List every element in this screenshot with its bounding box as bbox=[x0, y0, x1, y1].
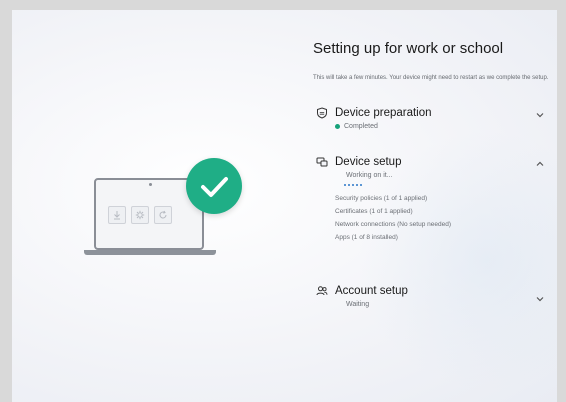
laptop-camera bbox=[149, 183, 152, 186]
section-title: Device preparation bbox=[335, 107, 432, 119]
list-item: Apps (1 of 8 installed) bbox=[335, 234, 398, 241]
page-title: Setting up for work or school bbox=[313, 40, 504, 57]
people-icon bbox=[316, 285, 328, 297]
section-status: Waiting bbox=[346, 301, 370, 308]
setup-items-list: Security policies (1 of 1 applied) Certi… bbox=[335, 192, 546, 244]
section-status: Completed bbox=[344, 123, 378, 130]
section-title: Device setup bbox=[335, 156, 402, 168]
section-status: Working on it... bbox=[346, 172, 393, 179]
gear-icon bbox=[131, 206, 149, 224]
progress-indicator bbox=[344, 184, 546, 186]
setup-window: Setting up for work or school This will … bbox=[12, 10, 557, 402]
refresh-icon bbox=[154, 206, 172, 224]
list-item: Certificates (1 of 1 applied) bbox=[335, 208, 413, 215]
download-icon bbox=[108, 206, 126, 224]
laptop-illustration bbox=[84, 150, 242, 270]
page-description: This will take a few minutes. Your devic… bbox=[313, 75, 549, 81]
laptop-base bbox=[84, 250, 216, 255]
section-title: Account setup bbox=[335, 285, 408, 297]
section-account-setup[interactable]: Account setup Waiting bbox=[316, 285, 546, 308]
chevron-up-icon[interactable] bbox=[534, 158, 546, 170]
section-device-setup[interactable]: Device setup Working on it... Security p… bbox=[316, 156, 546, 244]
success-check-icon bbox=[186, 158, 242, 214]
list-item: Network connections (No setup needed) bbox=[335, 221, 451, 228]
chevron-down-icon[interactable] bbox=[534, 109, 546, 121]
list-item: Security policies (1 of 1 applied) bbox=[335, 195, 428, 202]
chevron-down-icon[interactable] bbox=[534, 293, 546, 305]
devices-icon bbox=[316, 156, 328, 168]
section-device-preparation[interactable]: Device preparation Completed bbox=[316, 107, 546, 130]
shield-icon bbox=[316, 107, 328, 119]
completed-status-dot bbox=[335, 124, 340, 129]
